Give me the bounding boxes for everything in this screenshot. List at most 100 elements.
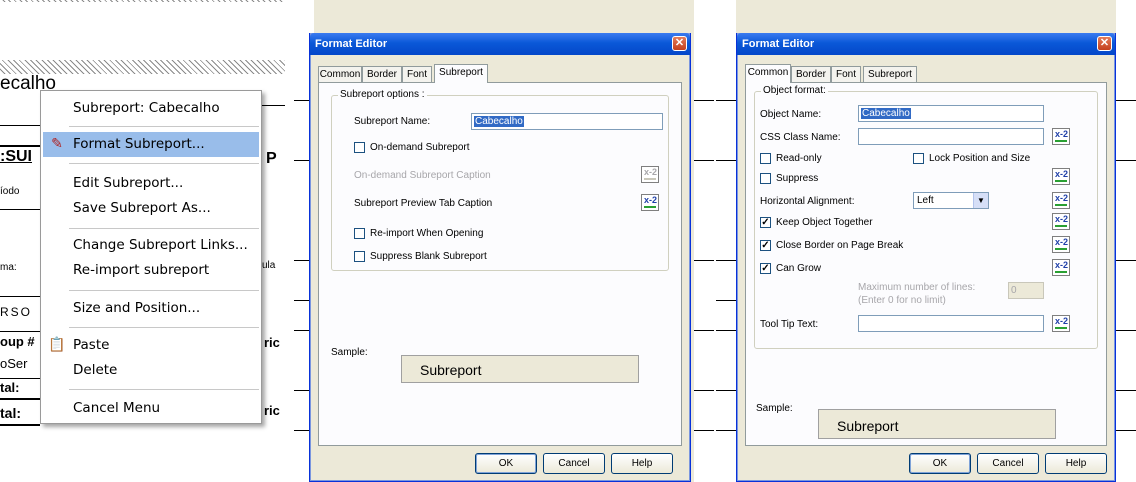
format-editor-window: Format Editor ✕ Common Border Font Subre… [309,33,691,482]
css-class-field[interactable] [858,128,1044,145]
on-demand-label: On-demand Subreport [370,142,470,153]
report-label: íodo [0,186,20,197]
reimport-label: Re-import When Opening [370,228,484,239]
tab-font[interactable]: Font [831,66,861,82]
formula-button[interactable]: x-2 [1052,315,1070,332]
formula-button-disabled: x-2 [641,166,659,183]
sample-label: Sample: [331,347,368,358]
preview-tab-caption-label: Subreport Preview Tab Caption [354,198,493,209]
suppress-blank-checkbox[interactable] [354,251,365,262]
report-label: RSO [0,305,33,319]
window-title-bar: Format Editor ✕ [737,33,1115,55]
subreport-name-field[interactable]: Cabecalho [471,113,663,130]
report-background-strip [716,0,736,482]
tab-subreport[interactable]: Subreport [434,64,488,83]
suppress-checkbox[interactable] [760,173,771,184]
tab-common[interactable]: Common [318,66,362,82]
lock-position-checkbox[interactable] [913,153,924,164]
menu-separator [69,126,259,127]
reimport-checkbox[interactable] [354,228,365,239]
menu-item-change-subreport-links[interactable]: Change Subreport Links... [43,233,259,258]
report-label: ric [264,403,280,418]
tab-subreport[interactable]: Subreport [863,66,917,82]
report-label: ula [262,260,276,271]
report-label: :SUI [0,148,32,165]
sample-preview: Subreport [401,355,639,383]
report-section-hatch [0,60,285,74]
report-label: oSer [0,356,28,371]
menu-separator [69,228,259,229]
suppress-blank-label: Suppress Blank Subreport [370,251,487,262]
tab-panel: Object format: Object Name: Cabecalho CS… [745,82,1107,446]
suppress-label: Suppress [776,173,819,184]
can-grow-checkbox[interactable]: ✓ [760,263,771,274]
window-title: Format Editor [742,38,815,50]
max-lines-field: 0 [1008,282,1044,299]
subreport-name-label: Subreport Name: [354,116,431,127]
ok-button[interactable]: OK [475,453,537,474]
sample-preview: Subreport [818,409,1056,439]
context-menu: Subreport: Cabecalho ✎ Format Subreport.… [40,90,262,424]
formula-button[interactable]: x-2 [1052,259,1070,276]
close-icon[interactable]: ✕ [672,36,687,51]
object-name-field[interactable]: Cabecalho [858,105,1044,122]
tab-font[interactable]: Font [402,66,432,82]
read-only-label: Read-only [776,153,822,164]
menu-item-subreport-header: Subreport: Cabecalho [73,100,220,116]
paste-icon: 📋 [48,337,66,353]
report-background-strip [1116,0,1136,482]
group-label: Subreport options : [338,89,427,100]
format-icon: ✎ [51,136,63,152]
menu-item-delete[interactable]: Delete [43,358,259,383]
menu-item-save-subreport-as[interactable]: Save Subreport As... [43,196,259,221]
help-button[interactable]: Help [1045,453,1107,474]
menu-separator [69,327,259,328]
close-border-checkbox[interactable]: ✓ [760,240,771,251]
formula-button[interactable]: x-2 [1052,192,1070,209]
close-icon[interactable]: ✕ [1097,36,1112,51]
menu-item-cancel-menu[interactable]: Cancel Menu [43,396,259,421]
format-editor-subreport-panel: Format Editor ✕ Common Border Font Subre… [294,0,714,482]
tooltip-text-field[interactable] [858,315,1044,332]
keep-together-label: Keep Object Together [776,217,873,228]
menu-item-reimport-subreport[interactable]: Re-import subreport [43,258,259,283]
report-background-strip [694,0,714,482]
tab-common[interactable]: Common [745,64,791,83]
tab-border[interactable]: Border [362,66,402,82]
tab-panel: Subreport options : Subreport Name: Cabe… [318,82,682,446]
horizontal-alignment-select[interactable]: Left ▼ [913,192,989,209]
menu-item-paste[interactable]: 📋 Paste [43,333,259,358]
keep-together-checkbox[interactable]: ✓ [760,217,771,228]
window-title: Format Editor [315,38,388,50]
tooltip-text-label: Tool Tip Text: [760,319,819,330]
report-label: tal: [0,380,20,395]
can-grow-label: Can Grow [776,263,822,274]
max-lines-label: Maximum number of lines: [858,282,976,293]
cancel-button[interactable]: Cancel [977,453,1039,474]
ok-button[interactable]: OK [909,453,971,474]
menu-item-format-subreport[interactable]: ✎ Format Subreport... [43,132,259,157]
help-button[interactable]: Help [611,453,673,474]
report-label: oup # [0,334,35,349]
read-only-checkbox[interactable] [760,153,771,164]
on-demand-checkbox[interactable] [354,142,365,153]
report-label: P [266,150,277,167]
window-title-bar: Format Editor ✕ [310,33,690,55]
format-editor-window: Format Editor ✕ Common Border Font Subre… [736,33,1116,482]
formula-button[interactable]: x-2 [641,194,659,211]
formula-button[interactable]: x-2 [1052,128,1070,145]
formula-button[interactable]: x-2 [1052,236,1070,253]
menu-item-edit-subreport[interactable]: Edit Subreport... [43,171,259,196]
formula-button[interactable]: x-2 [1052,168,1070,185]
group-label: Object format: [761,85,828,96]
lock-position-label: Lock Position and Size [929,153,1031,164]
formula-button[interactable]: x-2 [1052,213,1070,230]
report-label: ric [264,335,280,350]
cancel-button[interactable]: Cancel [543,453,605,474]
report-label: tal: [0,405,21,421]
menu-item-size-and-position[interactable]: Size and Position... [43,296,259,321]
close-border-label: Close Border on Page Break [776,240,904,251]
tab-border[interactable]: Border [791,66,831,82]
object-name-label: Object Name: [760,109,822,120]
menu-separator [69,290,259,291]
